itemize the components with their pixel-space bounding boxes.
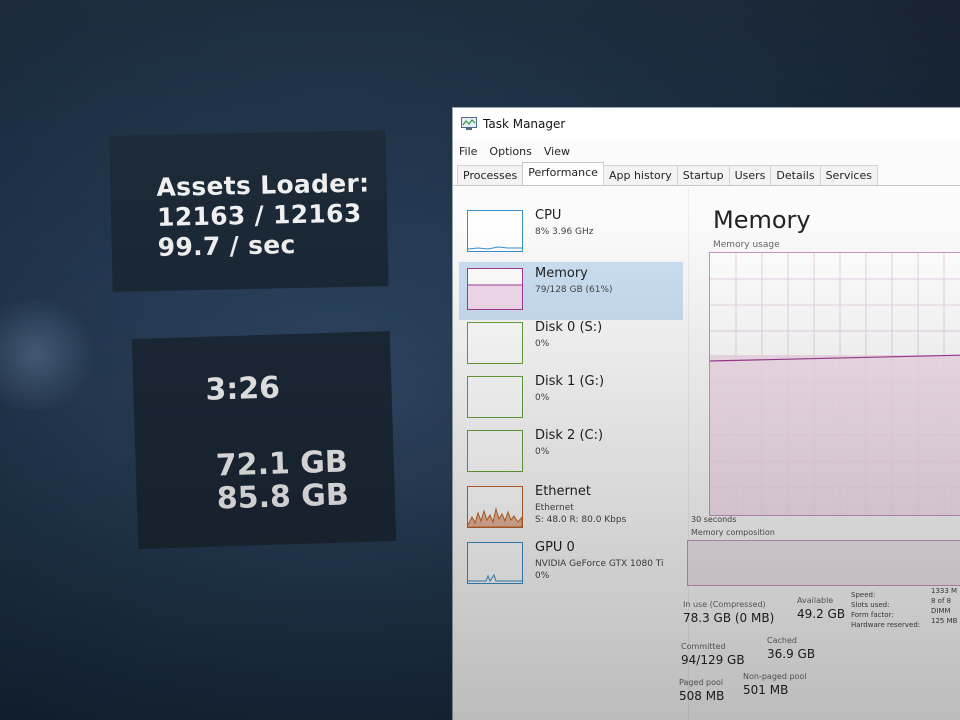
memory-stat-2: 85.8 GB <box>216 477 350 517</box>
resource-name: CPU <box>535 208 562 223</box>
stats-overlay: 3:26 72.1 GB 85.8 GB <box>131 330 397 550</box>
disk-2-thumbnail-graph <box>467 430 523 472</box>
stat-label: Non-paged pool <box>743 672 807 681</box>
slots-value: 8 of 8 <box>931 597 952 605</box>
resource-list: CPU 8% 3.96 GHz Memory 79/128 GB (61%) D… <box>453 188 689 720</box>
memory-usage-graph <box>709 252 960 516</box>
ethernet-adapter: Ethernet <box>535 503 574 513</box>
stat-label: Committed <box>681 642 726 651</box>
stat-paged-pool: Paged pool 508 MB <box>679 678 724 703</box>
resource-detail: 0% <box>535 339 550 349</box>
resource-name: GPU 0 <box>535 540 575 555</box>
resource-gpu-0[interactable]: GPU 0 NVIDIA GeForce GTX 1080 Ti 0% <box>459 536 683 594</box>
memory-detail-pane: Memory Memory usage 30 seconds Memory co… <box>679 188 960 720</box>
tab-services[interactable]: Services <box>819 165 878 185</box>
menu-options[interactable]: Options <box>489 145 531 158</box>
memory-usage-fill <box>710 355 960 515</box>
stat-value: 36.9 GB <box>767 647 816 661</box>
stat-label: Paged pool <box>679 678 724 687</box>
form-factor-label: Form factor: <box>851 611 894 619</box>
memory-spec-values: 1333 M 8 of 8 DIMM 125 MB <box>931 586 957 626</box>
stat-committed: Committed 94/129 GB <box>681 642 745 667</box>
stat-value: 49.2 GB <box>797 607 846 621</box>
assets-loader-count: 12163 / 12163 <box>156 198 362 232</box>
menu-view[interactable]: View <box>544 145 570 158</box>
speed-value: 1333 M <box>931 587 958 595</box>
stat-value: 508 MB <box>679 689 725 703</box>
resource-detail: 0% <box>535 393 550 403</box>
tab-details[interactable]: Details <box>770 165 821 185</box>
resource-name: Memory <box>535 266 588 281</box>
resource-disk-2[interactable]: Disk 2 (C:) 0% <box>459 424 683 482</box>
assets-loader-label: Assets Loader: <box>156 168 370 202</box>
resource-name: Disk 1 (G:) <box>535 374 605 389</box>
tab-startup[interactable]: Startup <box>676 165 730 185</box>
resource-memory[interactable]: Memory 79/128 GB (61%) <box>459 262 683 320</box>
tab-strip: Processes Performance App history Startu… <box>453 162 960 186</box>
memory-usage-label: Memory usage <box>713 240 780 250</box>
resource-disk-1[interactable]: Disk 1 (G:) 0% <box>459 370 683 428</box>
time-span-label: 30 seconds <box>691 515 737 524</box>
menu-bar: File Options View <box>453 140 960 162</box>
stat-label: Cached <box>767 636 797 645</box>
task-manager-window: Task Manager File Options View Processes… <box>452 107 960 720</box>
stat-label: Available <box>797 596 834 605</box>
form-factor-value: DIMM <box>931 607 951 615</box>
resource-disk-0[interactable]: Disk 0 (S:) 0% <box>459 316 683 374</box>
hardware-reserved-label: Hardware reserved: <box>851 621 921 629</box>
title-bar[interactable]: Task Manager <box>453 108 960 140</box>
resource-cpu[interactable]: CPU 8% 3.96 GHz <box>459 204 683 262</box>
memory-composition-label: Memory composition <box>691 528 775 537</box>
tab-performance[interactable]: Performance <box>522 162 604 185</box>
gpu-utilization: 0% <box>535 571 550 581</box>
menu-file[interactable]: File <box>459 145 477 158</box>
elapsed-time: 3:26 <box>204 370 281 408</box>
gpu-thumbnail-graph <box>467 542 523 584</box>
ethernet-thumbnail-graph <box>467 486 523 528</box>
tab-users[interactable]: Users <box>728 165 772 185</box>
memory-heading: Memory <box>713 206 811 234</box>
memory-composition-bar <box>687 540 960 586</box>
assets-loader-rate: 99.7 / sec <box>157 230 296 262</box>
resource-detail: Ethernet S: 48.0 R: 80.0 Kbps <box>535 502 626 526</box>
memory-thumbnail-graph <box>467 268 523 310</box>
resource-name: Ethernet <box>535 484 591 499</box>
resource-detail: NVIDIA GeForce GTX 1080 Ti 0% <box>535 558 664 582</box>
stat-in-use: In use (Compressed) 78.3 GB (0 MB) <box>683 600 774 625</box>
disk-1-thumbnail-graph <box>467 376 523 418</box>
resource-name: Disk 2 (C:) <box>535 428 604 443</box>
memory-usage-chart <box>709 253 960 515</box>
memory-spec-labels: Speed: Slots used: Form factor: Hardware… <box>851 590 920 630</box>
stat-value: 501 MB <box>743 683 789 697</box>
resource-detail: 79/128 GB (61%) <box>535 285 613 295</box>
cpu-thumbnail-graph <box>467 210 523 252</box>
tab-processes[interactable]: Processes <box>457 165 524 185</box>
speed-label: Speed: <box>851 591 876 599</box>
stat-available: Available 49.2 GB <box>797 596 845 621</box>
resource-name: Disk 0 (S:) <box>535 320 603 335</box>
stat-label: In use (Compressed) <box>683 600 766 609</box>
stat-cached: Cached 36.9 GB <box>767 636 815 661</box>
task-manager-icon <box>461 117 477 130</box>
stat-value: 94/129 GB <box>681 653 745 667</box>
hardware-reserved-value: 125 MB <box>931 617 958 625</box>
slots-label: Slots used: <box>851 601 890 609</box>
resource-detail: 8% 3.96 GHz <box>535 227 594 237</box>
window-title: Task Manager <box>483 117 566 131</box>
screen-glare <box>0 300 100 410</box>
disk-0-thumbnail-graph <box>467 322 523 364</box>
stat-non-paged-pool: Non-paged pool 501 MB <box>743 672 807 697</box>
stat-value: 78.3 GB (0 MB) <box>683 611 775 625</box>
tab-app-history[interactable]: App history <box>602 165 678 185</box>
resource-detail: 0% <box>535 447 550 457</box>
resource-ethernet[interactable]: Ethernet Ethernet S: 48.0 R: 80.0 Kbps <box>459 480 683 538</box>
ethernet-throughput: S: 48.0 R: 80.0 Kbps <box>535 515 627 525</box>
gpu-model: NVIDIA GeForce GTX 1080 Ti <box>535 559 664 569</box>
assets-loader-overlay: Assets Loader: 12163 / 12163 99.7 / sec <box>109 130 389 292</box>
